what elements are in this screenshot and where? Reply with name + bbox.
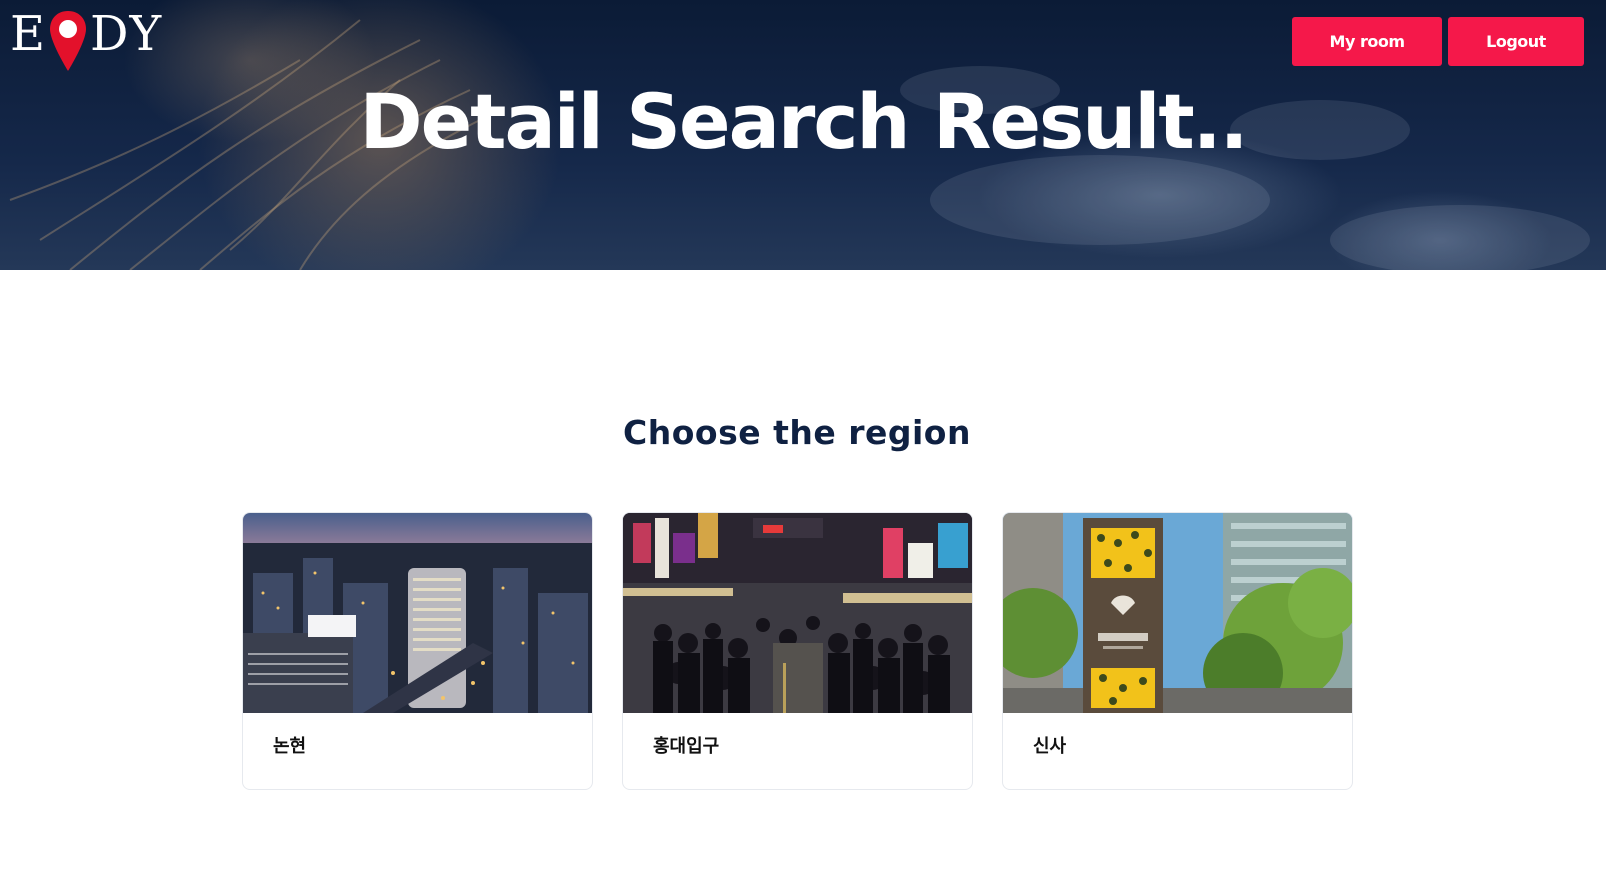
- region-card-hongdae[interactable]: 홍대입구: [622, 512, 973, 790]
- map-pin-icon: [50, 11, 86, 71]
- region-card-nonhyeon[interactable]: 논현: [242, 512, 593, 790]
- region-label: 신사: [1033, 736, 1067, 757]
- logo-text-left: E: [10, 6, 47, 62]
- region-image-garosugil: [1003, 513, 1352, 713]
- region-image-crowded-street: [623, 513, 972, 713]
- logo-text-right: DY: [90, 6, 163, 62]
- region-image-city-night: [243, 513, 592, 713]
- logout-button[interactable]: Logout: [1448, 17, 1584, 66]
- region-label: 논현: [273, 736, 307, 757]
- region-card-sinsa[interactable]: 신사: [1002, 512, 1353, 790]
- eddy-logo[interactable]: E DY: [10, 6, 170, 72]
- section-title: Choose the region: [623, 413, 971, 452]
- page-title: Detail Search Result..: [359, 77, 1249, 166]
- hero-banner: E DY My room Logout Detail Search Result.…: [0, 0, 1606, 270]
- region-label: 홍대입구: [653, 736, 720, 757]
- my-room-button[interactable]: My room: [1292, 17, 1442, 66]
